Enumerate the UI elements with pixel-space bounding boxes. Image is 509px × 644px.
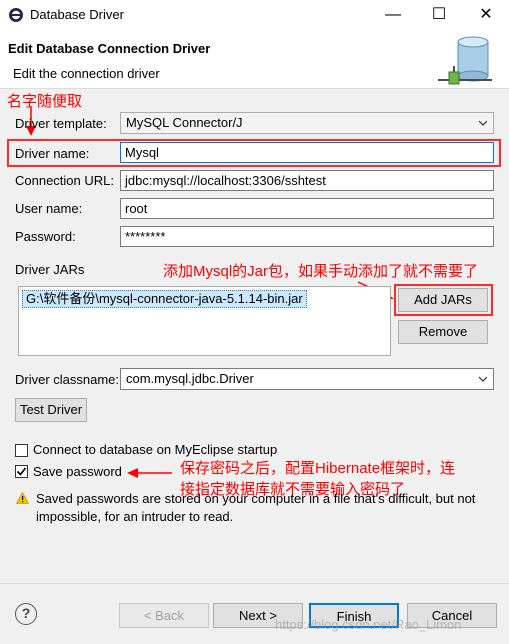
chevron-down-icon: [479, 120, 487, 126]
eclipse-app-icon: [9, 8, 23, 22]
database-driver-icon: [438, 36, 492, 85]
driver-template-value: MySQL Connector/J: [126, 115, 243, 130]
driver-classname-label: Driver classname:: [15, 372, 120, 387]
test-driver-button[interactable]: Test Driver: [15, 398, 87, 422]
minimize-button[interactable]: —: [370, 0, 416, 30]
driver-classname-value: com.mysql.jdbc.Driver: [126, 371, 254, 386]
watermark: https://blog.csdn.net/Rao_Limon: [275, 617, 462, 632]
connect-on-startup-label: Connect to database on MyEclipse startup: [33, 442, 278, 457]
close-button[interactable]: ✕: [463, 0, 509, 30]
driver-template-select[interactable]: MySQL Connector/J: [120, 112, 494, 134]
back-button[interactable]: < Back: [119, 603, 209, 628]
footer-separator: [0, 583, 509, 584]
jar-hint-annotation: 添加Mysql的Jar包，如果手动添加了就不需要了: [163, 263, 479, 280]
save-hint-annotation-line1: 保存密码之后，配置Hibernate框架时，连: [180, 460, 456, 477]
user-name-input[interactable]: root: [120, 198, 494, 219]
jar-list-item[interactable]: G:\软件备份\mysql-connector-java-5.1.14-bin.…: [22, 290, 307, 308]
driver-name-input[interactable]: Mysql: [120, 142, 494, 163]
driver-classname-select[interactable]: com.mysql.jdbc.Driver: [120, 368, 494, 390]
name-hint-annotation: 名字随便取: [7, 93, 83, 110]
window-title: Database Driver: [30, 7, 124, 22]
user-name-label: User name:: [15, 201, 83, 216]
driver-template-label: Driver template:: [15, 116, 107, 131]
driver-name-label: Driver name:: [15, 146, 90, 161]
connection-url-label: Connection URL:: [15, 173, 114, 188]
remove-button[interactable]: Remove: [398, 320, 488, 344]
connection-url-input[interactable]: jdbc:mysql://localhost:3306/sshtest: [120, 170, 494, 191]
warning-icon: [16, 492, 29, 504]
header-description: Edit the connection driver: [13, 66, 160, 81]
save-hint-arrow: [127, 468, 172, 478]
header-title: Edit Database Connection Driver: [8, 41, 211, 56]
help-icon[interactable]: ?: [15, 603, 37, 625]
save-password-checkbox[interactable]: [15, 465, 28, 478]
chevron-down-icon: [479, 376, 487, 382]
password-label: Password:: [15, 229, 76, 244]
save-password-warning: Saved passwords are stored on your compu…: [36, 491, 476, 524]
save-password-label: Save password: [33, 464, 122, 479]
add-jars-button[interactable]: Add JARs: [398, 288, 488, 312]
maximize-button[interactable]: ☐: [416, 0, 462, 30]
checkmark-icon: [16, 467, 27, 476]
connect-on-startup-checkbox[interactable]: [15, 444, 28, 457]
driver-jars-label: Driver JARs: [15, 262, 85, 277]
password-input[interactable]: ********: [120, 226, 494, 247]
